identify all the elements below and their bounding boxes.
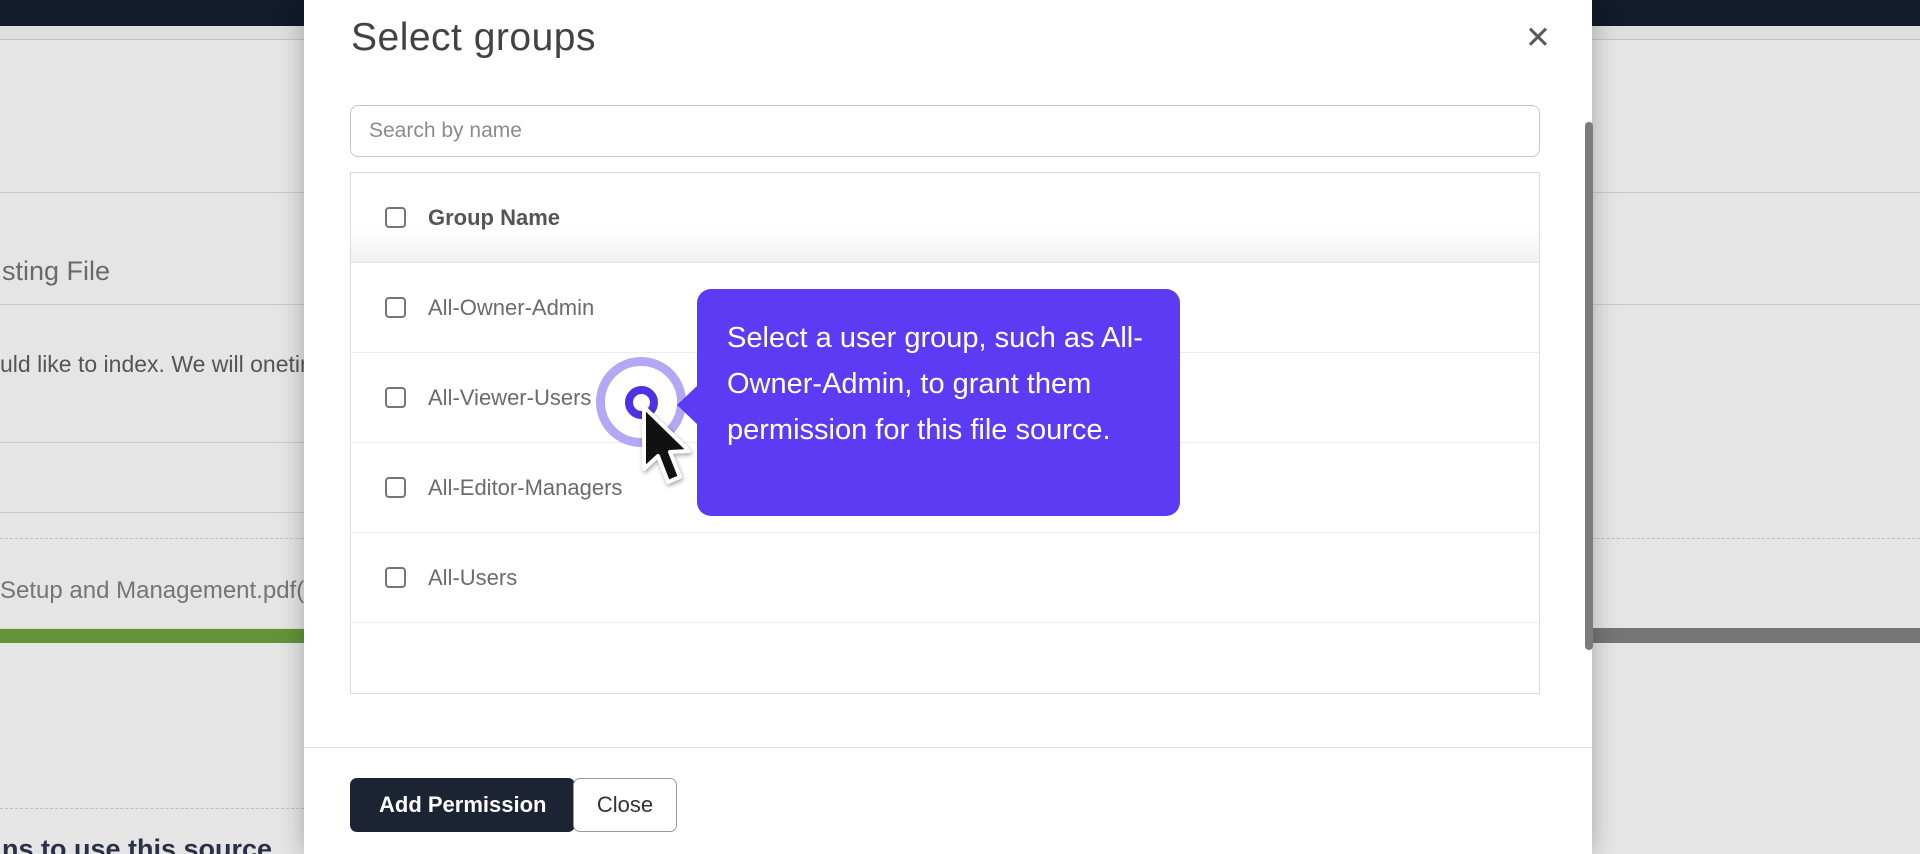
screen: sting File uld like to index. We will on…	[0, 0, 1920, 854]
bg-divider	[0, 512, 304, 513]
table-header-label: Group Name	[428, 204, 561, 230]
bg-text-source-note: ns to use this source	[2, 834, 273, 854]
select-all-checkbox[interactable]	[385, 207, 406, 228]
group-name-label: All-Owner-Admin	[428, 294, 595, 320]
row-checkbox[interactable]	[385, 387, 406, 408]
table-empty-row	[351, 623, 1539, 693]
bg-text-existing-file: sting File	[2, 256, 111, 286]
bg-text-index-note: uld like to index. We will onetim	[0, 351, 320, 377]
table-row[interactable]: All-Editor-Managers	[351, 443, 1539, 533]
bg-text-file-name: Setup and Management.pdf(7	[0, 577, 318, 604]
search-input[interactable]	[350, 105, 1540, 157]
table-row[interactable]: All-Viewer-Users	[351, 353, 1539, 443]
upload-progress-bar-filled	[0, 628, 304, 643]
bg-divider	[0, 442, 304, 443]
modal-scrollbar[interactable]	[1585, 122, 1593, 650]
row-checkbox[interactable]	[385, 567, 406, 588]
groups-table: Group Name All-Owner-Admin All-Viewer-Us…	[350, 172, 1540, 694]
close-button[interactable]: Close	[573, 778, 677, 832]
group-name-label: All-Editor-Managers	[428, 474, 623, 500]
table-header-row: Group Name	[351, 173, 1539, 263]
select-groups-modal: Select groups ✕ Group Name All-Owner-Adm…	[304, 0, 1593, 854]
table-row[interactable]: All-Owner-Admin	[351, 263, 1539, 353]
modal-title: Select groups	[351, 16, 596, 59]
add-permission-button[interactable]: Add Permission	[350, 778, 576, 832]
row-checkbox[interactable]	[385, 297, 406, 318]
bg-dashed-divider	[0, 808, 304, 809]
close-icon[interactable]: ✕	[1516, 16, 1560, 60]
modal-footer-divider	[304, 747, 1592, 748]
group-name-label: All-Viewer-Users	[428, 384, 592, 410]
upload-progress-bar-track	[1593, 628, 1920, 643]
group-name-label: All-Users	[428, 564, 518, 590]
table-row[interactable]: All-Users	[351, 533, 1539, 623]
row-checkbox[interactable]	[385, 477, 406, 498]
